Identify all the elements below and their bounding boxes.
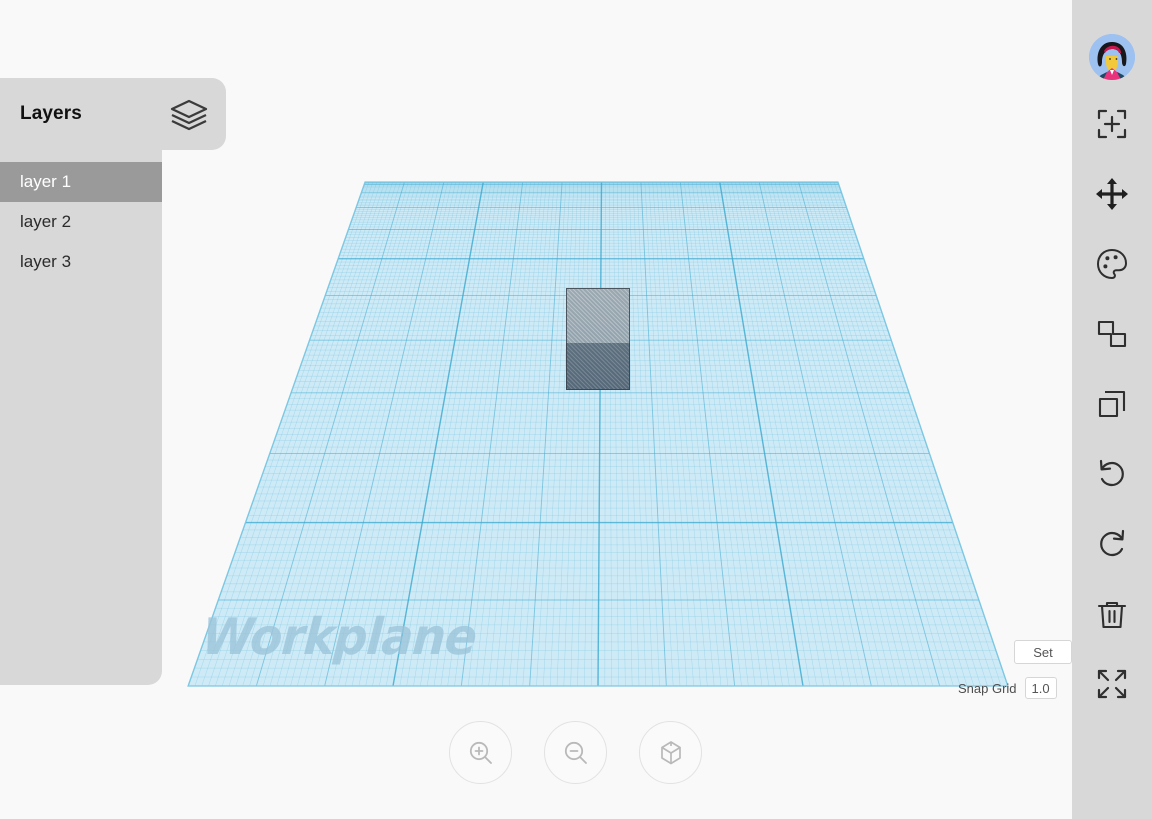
redo-icon: [1100, 529, 1125, 557]
layers-stack-glyph: [170, 99, 208, 130]
app-root: Workplane Set Snap Grid 1.0 Layers layer…: [0, 0, 1152, 819]
layer-list-item[interactable]: layer 1: [0, 162, 162, 202]
layers-title: Layers: [20, 103, 82, 124]
move-arrows-icon: [1096, 178, 1128, 210]
settings-button[interactable]: Set: [1014, 640, 1072, 664]
snap-grid-control: Snap Grid 1.0: [958, 677, 1057, 699]
zoom-out-icon: [564, 741, 587, 764]
cube-view-icon: [660, 740, 681, 764]
fullscreen-icon: [1097, 669, 1127, 699]
layers-stack-icon[interactable]: [167, 96, 211, 132]
fullscreen-button[interactable]: [1086, 658, 1138, 710]
layers-list: layer 1 layer 2 layer 3: [0, 150, 162, 685]
layers-panel-header[interactable]: Layers: [0, 78, 226, 150]
zoom-in-button[interactable]: [449, 721, 512, 784]
zoom-out-button[interactable]: [544, 721, 607, 784]
add-frame-icon: [1097, 109, 1127, 139]
color-button[interactable]: [1086, 238, 1138, 290]
trash-icon: [1097, 601, 1127, 629]
layers-panel: Layers layer 1 layer 2 layer 3: [0, 78, 226, 685]
group-button[interactable]: [1086, 308, 1138, 360]
scene-object-box[interactable]: [566, 288, 630, 390]
layer-list-item[interactable]: layer 3: [0, 242, 162, 282]
canvas-area[interactable]: Workplane Set Snap Grid 1.0 Layers layer…: [0, 0, 1072, 819]
duplicate-button[interactable]: [1086, 378, 1138, 430]
group-shapes-icon: [1097, 320, 1127, 348]
palette-icon: [1097, 249, 1127, 279]
add-shape-button[interactable]: [1086, 98, 1138, 150]
layer-label: layer 3: [20, 252, 72, 271]
workplane-watermark: Workplane: [200, 608, 478, 667]
right-toolbar: [1072, 0, 1152, 819]
delete-button[interactable]: [1086, 588, 1138, 640]
duplicate-icon: [1098, 390, 1126, 418]
snap-grid-value[interactable]: 1.0: [1024, 677, 1057, 699]
box-top-face: [566, 288, 630, 344]
layer-label: layer 1: [20, 172, 72, 191]
redo-button[interactable]: [1086, 518, 1138, 570]
view-controls: [449, 721, 702, 784]
fit-view-button[interactable]: [639, 721, 702, 784]
undo-icon: [1099, 459, 1124, 487]
zoom-in-icon: [469, 741, 492, 764]
undo-button[interactable]: [1086, 448, 1138, 500]
snap-grid-label: Snap Grid: [958, 680, 1017, 696]
box-front-face: [566, 343, 630, 390]
layer-list-item[interactable]: layer 2: [0, 202, 162, 242]
user-avatar[interactable]: [1089, 34, 1135, 80]
move-button[interactable]: [1086, 168, 1138, 220]
avatar-illustration: [1089, 34, 1135, 80]
settings-button-label: Set: [1033, 644, 1053, 660]
layer-label: layer 2: [20, 212, 72, 231]
